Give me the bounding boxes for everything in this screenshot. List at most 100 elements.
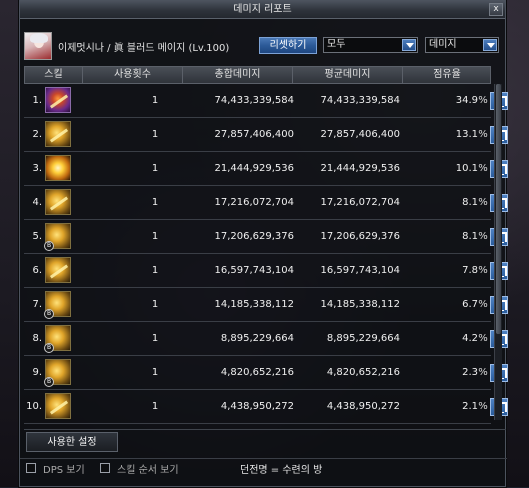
row-total-damage: 14,185,338,112 bbox=[214, 299, 294, 310]
golden-explosion-skill-icon bbox=[45, 155, 71, 181]
dps-view-label: DPS 보기 bbox=[43, 465, 85, 476]
row-average-damage: 8,895,229,664 bbox=[326, 333, 400, 344]
column-header-uses: 사용횟수 bbox=[83, 67, 183, 83]
tab-used-settings[interactable]: 사용한 설정 bbox=[26, 432, 118, 452]
mode-select[interactable]: 데미지 bbox=[425, 37, 499, 53]
row-average-damage: 27,857,406,400 bbox=[320, 129, 400, 140]
row-total-damage: 4,438,950,272 bbox=[220, 401, 294, 412]
percent-sign: % bbox=[478, 367, 488, 378]
dungeon-name: 던전명 = 수련의 방 bbox=[240, 465, 323, 476]
table-row: 5. B 1 17,206,629,376 17,206,629,376 8.1… bbox=[24, 220, 508, 254]
golden-slash-skill-icon bbox=[45, 189, 71, 215]
row-rank: 5. bbox=[32, 231, 42, 242]
row-total-damage: 27,857,406,400 bbox=[214, 129, 294, 140]
golden-fang-skill-icon bbox=[45, 393, 71, 419]
percent-sign: % bbox=[478, 163, 488, 174]
percent-sign: % bbox=[478, 197, 488, 208]
row-rank: 8. bbox=[32, 333, 42, 344]
table-row: 3. 1 21,444,929,536 21,444,929,536 10.1 … bbox=[24, 152, 508, 186]
settings-tabs: 사용한 설정 bbox=[24, 429, 506, 452]
row-share: 7.8 bbox=[462, 265, 478, 276]
table-header: 스킬 사용횟수 총합데미지 평균데미지 점유율 bbox=[24, 66, 491, 84]
golden-wing-skill-icon: B bbox=[44, 325, 71, 353]
row-share: 10.1 bbox=[455, 163, 478, 174]
row-total-damage: 17,216,072,704 bbox=[214, 197, 294, 208]
chevron-down-icon[interactable] bbox=[402, 39, 416, 51]
reset-button[interactable]: 리셋하기 bbox=[259, 37, 317, 54]
row-rank: 1. bbox=[32, 95, 42, 106]
row-total-damage: 4,820,652,216 bbox=[220, 367, 294, 378]
percent-sign: % bbox=[478, 401, 488, 412]
damage-table: 스킬 사용횟수 총합데미지 평균데미지 점유율 1. 1 74,433,339,… bbox=[24, 66, 508, 426]
row-rank: 3. bbox=[32, 163, 42, 174]
window-title: 데미지 리포트 bbox=[233, 4, 292, 15]
filter-select-value: 모두 bbox=[327, 39, 346, 50]
row-average-damage: 74,433,339,584 bbox=[320, 95, 400, 106]
row-average-damage: 4,438,950,272 bbox=[326, 401, 400, 412]
table-row: 10. 1 4,438,950,272 4,438,950,272 2.1 % bbox=[24, 390, 508, 424]
row-share: 4.2 bbox=[462, 333, 478, 344]
row-total-damage: 21,444,929,536 bbox=[214, 163, 294, 174]
close-button[interactable]: x bbox=[489, 3, 503, 16]
filter-select[interactable]: 모두 bbox=[323, 37, 418, 53]
special-badge-icon: B bbox=[44, 309, 54, 319]
column-header-total: 총합데미지 bbox=[183, 67, 293, 83]
row-rank: 4. bbox=[32, 197, 42, 208]
golden-spiral-skill-icon: B bbox=[44, 291, 71, 319]
row-rank: 2. bbox=[32, 129, 42, 140]
column-header-share: 점유율 bbox=[433, 69, 461, 80]
mode-select-value: 데미지 bbox=[429, 39, 457, 50]
row-rank: 7. bbox=[32, 299, 42, 310]
dps-view-checkbox[interactable] bbox=[26, 463, 36, 473]
percent-sign: % bbox=[478, 129, 488, 140]
special-badge-icon: B bbox=[44, 377, 54, 387]
row-rank: 9. bbox=[32, 367, 42, 378]
row-average-damage: 21,444,929,536 bbox=[320, 163, 400, 174]
character-avatar bbox=[24, 32, 52, 60]
window-titlebar[interactable]: 데미지 리포트 x bbox=[20, 1, 505, 19]
table-row: 9. B 1 4,820,652,216 4,820,652,216 2.3 % bbox=[24, 356, 508, 390]
golden-wave-skill-icon bbox=[45, 257, 71, 283]
percent-sign: % bbox=[478, 299, 488, 310]
row-share: 34.9 bbox=[455, 95, 478, 106]
row-share: 2.3 bbox=[462, 367, 478, 378]
column-header-skill: 스킬 bbox=[25, 67, 83, 83]
row-average-damage: 16,597,743,104 bbox=[320, 265, 400, 276]
row-share: 13.1 bbox=[455, 129, 478, 140]
report-header: 이제멋시나 / 眞 블러드 메이지 (Lv.100) 리셋하기 모두 데미지 bbox=[20, 22, 507, 64]
percent-sign: % bbox=[478, 95, 488, 106]
percent-sign: % bbox=[478, 265, 488, 276]
damage-report-window: 데미지 리포트 x 이제멋시나 / 眞 블러드 메이지 (Lv.100) 리셋하… bbox=[19, 0, 508, 488]
percent-sign: % bbox=[478, 231, 488, 242]
purple-burst-skill-icon bbox=[45, 87, 71, 113]
row-total-damage: 17,206,629,376 bbox=[214, 231, 294, 242]
golden-claw-skill-icon bbox=[45, 121, 71, 147]
report-footer: DPS 보기 스킬 순서 보기 던전명 = 수련의 방 bbox=[20, 458, 507, 488]
row-total-damage: 74,433,339,584 bbox=[214, 95, 294, 106]
golden-orb-skill-icon: B bbox=[44, 359, 71, 387]
row-average-damage: 4,820,652,216 bbox=[326, 367, 400, 378]
row-rank: 10. bbox=[26, 401, 42, 412]
table-row: 6. 1 16,597,743,104 16,597,743,104 7.8 % bbox=[24, 254, 508, 288]
row-average-damage: 17,206,629,376 bbox=[320, 231, 400, 242]
special-badge-icon: B bbox=[44, 241, 54, 251]
table-row: 1. 1 74,433,339,584 74,433,339,584 34.9 … bbox=[24, 84, 508, 118]
table-scrollbar[interactable] bbox=[494, 84, 502, 420]
table-row: 8. B 1 8,895,229,664 8,895,229,664 4.2 % bbox=[24, 322, 508, 356]
row-average-damage: 14,185,338,112 bbox=[320, 299, 400, 310]
table-row: 2. 1 27,857,406,400 27,857,406,400 13.1 … bbox=[24, 118, 508, 152]
table-row: 4. 1 17,216,072,704 17,216,072,704 8.1 % bbox=[24, 186, 508, 220]
table-row: 7. B 1 14,185,338,112 14,185,338,112 6.7… bbox=[24, 288, 508, 322]
row-total-damage: 8,895,229,664 bbox=[220, 333, 294, 344]
row-average-damage: 17,216,072,704 bbox=[320, 197, 400, 208]
scrollbar-thumb[interactable] bbox=[496, 84, 501, 334]
chevron-down-icon[interactable] bbox=[483, 39, 497, 51]
row-share: 6.7 bbox=[462, 299, 478, 310]
row-rank: 6. bbox=[32, 265, 42, 276]
character-name: 이제멋시나 / 眞 블러드 메이지 (Lv.100) bbox=[58, 43, 230, 54]
skill-order-checkbox[interactable] bbox=[100, 463, 110, 473]
row-share: 2.1 bbox=[462, 401, 478, 412]
special-badge-icon: B bbox=[44, 343, 54, 353]
row-total-damage: 16,597,743,104 bbox=[214, 265, 294, 276]
row-share: 8.1 bbox=[462, 197, 478, 208]
